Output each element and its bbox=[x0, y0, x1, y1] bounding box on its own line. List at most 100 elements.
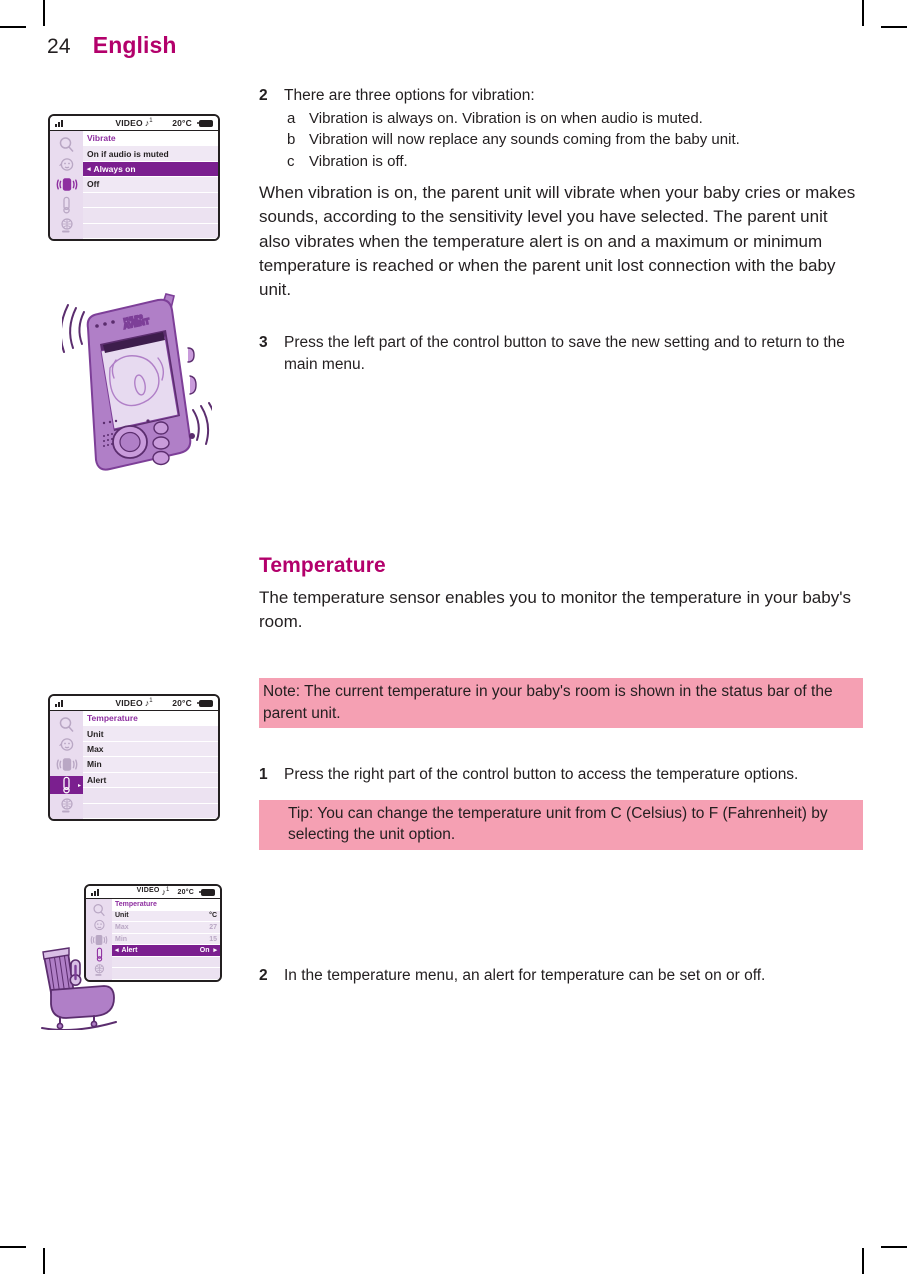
step-number: 2 bbox=[259, 87, 268, 104]
chevron-right-icon: ▸ bbox=[77, 782, 81, 789]
tip-callout: Tip: You can change the temperature unit… bbox=[259, 799, 863, 850]
list-item bbox=[83, 192, 218, 209]
step-number: 3 bbox=[259, 333, 268, 351]
list-item: Vibrate bbox=[83, 131, 218, 147]
list-item[interactable]: Unit bbox=[83, 726, 218, 742]
crop-mark-bottom-left-h bbox=[0, 1246, 26, 1248]
row-label: Unit bbox=[115, 912, 129, 920]
temperature-intro: The temperature sensor enables you to mo… bbox=[259, 587, 851, 632]
content-column: 2 There are three options for vibration:… bbox=[259, 85, 863, 987]
battery-icon bbox=[196, 699, 213, 707]
thermometer-icon[interactable]: ▸ bbox=[50, 776, 83, 795]
option-text: Vibration is off. bbox=[309, 152, 408, 170]
list-item: Temperature bbox=[83, 711, 218, 727]
step-vibration-options: 2 There are three options for vibration:… bbox=[259, 85, 863, 172]
option-marker: b bbox=[287, 131, 296, 149]
list-item: c Vibration is off. bbox=[284, 151, 863, 172]
step-text: Press the right part of the control butt… bbox=[284, 765, 799, 783]
row-label: Min bbox=[87, 759, 102, 770]
night-light-icon[interactable] bbox=[55, 217, 79, 235]
list-item[interactable]: Max bbox=[83, 741, 218, 758]
chevron-left-icon: ◂ bbox=[87, 165, 91, 173]
option-text: Vibration will now replace any sounds co… bbox=[309, 131, 740, 149]
list-item: a Vibration is always on. Vibration is o… bbox=[284, 108, 863, 129]
thermometer-icon[interactable] bbox=[55, 196, 79, 214]
lcd-menu-list: Temperature Unit Max Min Alert bbox=[83, 711, 218, 819]
signal-bars-icon bbox=[55, 699, 63, 707]
chevron-right-icon: ▸ bbox=[213, 947, 217, 955]
music-note-icon: ♪1 bbox=[144, 698, 153, 708]
list-item[interactable]: Alert bbox=[83, 772, 218, 789]
mode-label: VIDEO bbox=[136, 887, 160, 894]
list-item bbox=[83, 223, 218, 239]
list-item[interactable]: On if audio is muted bbox=[83, 146, 218, 162]
list-item bbox=[83, 208, 218, 224]
lcd-sidebar bbox=[50, 131, 83, 239]
status-bar: VIDEO ♪1 20°C bbox=[50, 696, 218, 711]
row-value: 27 bbox=[209, 923, 217, 931]
list-item[interactable]: Max 27 bbox=[112, 922, 220, 934]
crop-mark-top-left-v bbox=[43, 0, 45, 26]
step-text: Press the left part of the control butto… bbox=[284, 333, 845, 373]
signal-bars-icon bbox=[91, 888, 99, 896]
row-label: Temperature bbox=[87, 713, 138, 724]
lcd-sidebar: ▸ bbox=[50, 711, 83, 819]
list-item bbox=[83, 788, 218, 804]
row-label: Unit bbox=[87, 728, 104, 739]
list-item[interactable]: Unit °C bbox=[112, 910, 220, 923]
list-item[interactable]: Off bbox=[83, 177, 218, 193]
step-text: In the temperature menu, an alert for te… bbox=[284, 966, 766, 984]
step-save-setting: 3 Press the left part of the control but… bbox=[259, 332, 863, 376]
magnifier-icon[interactable] bbox=[55, 715, 79, 733]
status-temperature: 20°C bbox=[172, 118, 192, 128]
option-text: Vibration is always on. Vibration is on … bbox=[309, 110, 703, 127]
baby-face-icon[interactable] bbox=[55, 156, 79, 174]
crop-mark-bottom-right-h bbox=[881, 1246, 907, 1248]
magnifier-icon[interactable] bbox=[87, 902, 111, 917]
step-temperature-alert: 2 In the temperature menu, an alert for … bbox=[259, 965, 863, 987]
crop-mark-bottom-left-v bbox=[43, 1248, 45, 1274]
row-label: Vibrate bbox=[87, 133, 116, 144]
row-label: Max bbox=[87, 744, 104, 755]
mode-label: VIDEO bbox=[115, 118, 143, 128]
manual-page: 24 English 2 There are three options for… bbox=[0, 0, 907, 1274]
vibrate-icon[interactable] bbox=[55, 756, 79, 774]
row-value: °C bbox=[209, 912, 217, 920]
step-number: 2 bbox=[259, 966, 268, 984]
note-callout: Note: The current temperature in your ba… bbox=[259, 678, 863, 728]
row-label: On if audio is muted bbox=[87, 148, 169, 159]
option-marker: c bbox=[287, 152, 295, 170]
crop-mark-top-right-h bbox=[881, 26, 907, 28]
row-label: Max bbox=[115, 923, 129, 931]
status-temperature: 20°C bbox=[172, 698, 192, 708]
night-light-icon[interactable] bbox=[55, 797, 79, 815]
mode-label: VIDEO bbox=[115, 698, 143, 708]
list-item: Temperature bbox=[112, 899, 220, 911]
baby-face-icon[interactable] bbox=[55, 736, 79, 754]
battery-icon bbox=[196, 119, 213, 127]
sound-superscript: 1 bbox=[165, 887, 170, 893]
row-label: Always on bbox=[93, 164, 136, 175]
row-label: Alert bbox=[87, 774, 107, 785]
page-number: 24 bbox=[47, 35, 71, 58]
magnifier-icon[interactable] bbox=[55, 135, 79, 153]
baby-face-icon[interactable] bbox=[87, 917, 111, 932]
list-item[interactable]: Min bbox=[83, 757, 218, 773]
lcd-screen-temperature-menu[interactable]: VIDEO ♪1 20°C ▸ Temperature Unit Max Min… bbox=[48, 694, 220, 821]
step-text: There are three options for vibration: bbox=[284, 87, 535, 104]
signal-bars-icon bbox=[55, 119, 63, 127]
crop-mark-bottom-right-v bbox=[862, 1248, 864, 1274]
list-item-selected[interactable]: ◂ Always on bbox=[83, 161, 218, 178]
lcd-screen-vibrate-menu[interactable]: VIDEO ♪1 20°C Vibrate On if audio is mut… bbox=[48, 114, 220, 241]
row-label: Temperature bbox=[115, 900, 157, 908]
status-bar: VIDEO ♪1 20°C bbox=[50, 116, 218, 131]
vibrate-icon[interactable] bbox=[55, 176, 79, 194]
crop-mark-top-left-h bbox=[0, 26, 26, 28]
battery-icon bbox=[198, 888, 215, 896]
parent-unit-vibrating-illustration: PHILIPS AVENT bbox=[62, 293, 212, 471]
status-bar: VIDEO ♪1 20°C bbox=[86, 886, 220, 899]
option-marker: a bbox=[287, 110, 296, 127]
vibration-options-list: a Vibration is always on. Vibration is o… bbox=[284, 108, 863, 172]
music-note-icon: ♪1 bbox=[161, 887, 170, 897]
music-note-icon: ♪1 bbox=[144, 118, 153, 128]
